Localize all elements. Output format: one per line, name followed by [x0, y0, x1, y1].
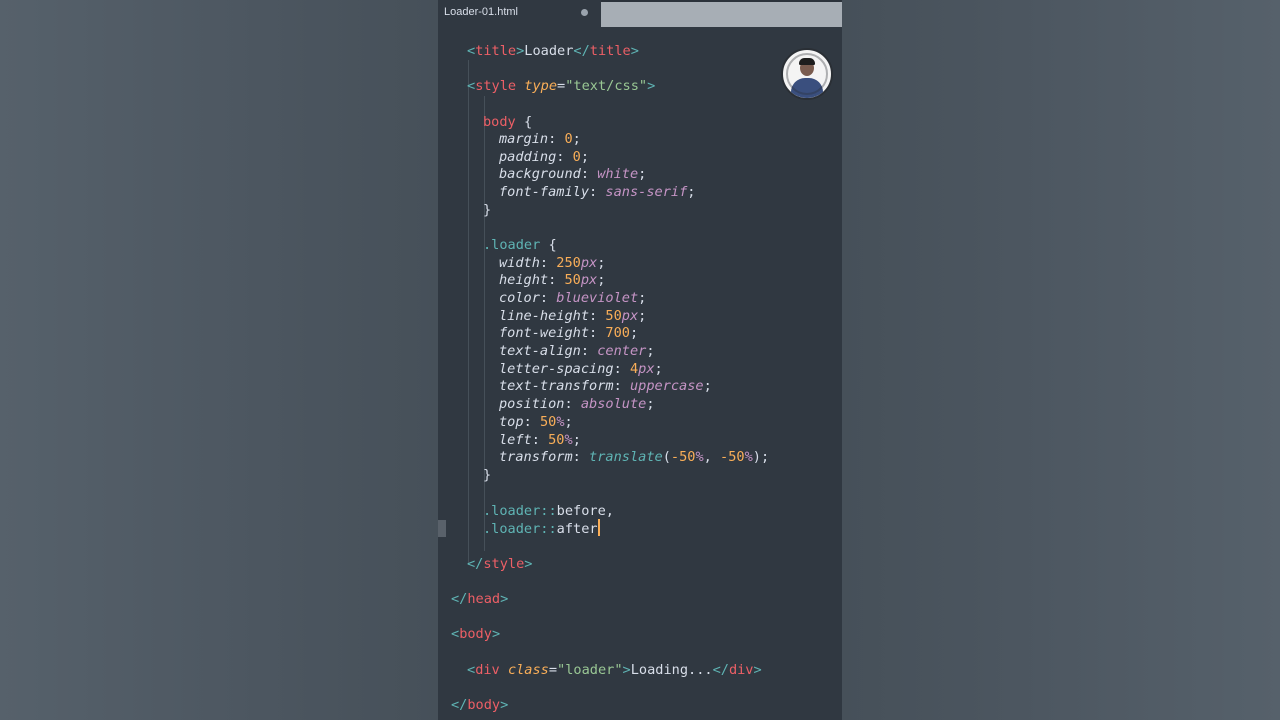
code-line: top: 50%; — [499, 414, 573, 430]
code-line: text-transform: uppercase; — [499, 378, 712, 394]
code-line: font-family: sans-serif; — [499, 184, 696, 200]
code-line: width: 250px; — [499, 255, 606, 271]
code-line: background: white; — [499, 166, 647, 182]
code-line: body { — [483, 114, 533, 130]
tab-bar: Loader-01.html — [438, 0, 842, 27]
code-line: <div class="loader">Loading...</div> — [467, 662, 762, 678]
tab-bar-empty-area — [601, 2, 842, 27]
text-cursor — [597, 519, 600, 536]
code-line: margin: 0; — [499, 131, 581, 147]
code-line: <title>Loader</title> — [467, 43, 639, 59]
unsaved-dot-icon[interactable] — [581, 9, 588, 16]
code-line: </style> — [467, 556, 533, 572]
code-line: } — [483, 202, 492, 218]
code-line: .loader::before, — [483, 503, 614, 519]
code-line: position: absolute; — [499, 396, 655, 412]
code-line: </head> — [451, 591, 509, 607]
code-line: </body> — [451, 697, 509, 713]
code-line: font-weight: 700; — [499, 325, 639, 341]
code-line: <body> — [451, 626, 501, 642]
code-line: left: 50%; — [499, 432, 581, 448]
code-line: line-height: 50px; — [499, 308, 647, 324]
background-left — [0, 0, 438, 720]
code-line: padding: 0; — [499, 149, 590, 165]
background-right — [842, 0, 1280, 720]
code-line: height: 50px; — [499, 272, 606, 288]
code-line: } — [483, 467, 492, 483]
code-line: color: blueviolet; — [499, 290, 647, 306]
code-line: letter-spacing: 4px; — [499, 361, 663, 377]
presenter-avatar — [781, 48, 833, 100]
code-line: <style type="text/css"> — [467, 78, 656, 94]
code-line: .loader { — [483, 237, 557, 253]
code-area[interactable]: <title>Loader</title> <style type="text/… — [438, 0, 769, 713]
code-line: text-align: center; — [499, 343, 655, 359]
code-line-current[interactable]: .loader::after — [483, 519, 600, 537]
code-editor[interactable]: Loader-01.html <title>Loader</title> <st… — [438, 0, 842, 720]
code-line: transform: translate(-50%, -50%); — [499, 449, 770, 465]
